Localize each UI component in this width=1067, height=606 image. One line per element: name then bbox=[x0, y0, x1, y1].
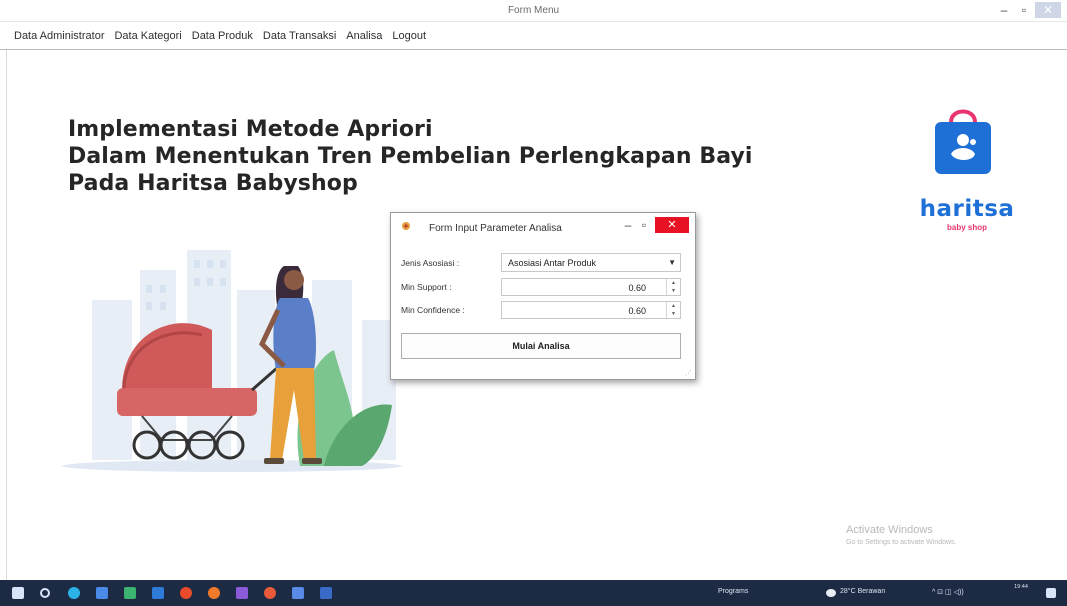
firefox-icon[interactable] bbox=[208, 587, 220, 599]
dialog-minimize-button[interactable]: – bbox=[623, 218, 633, 232]
menu-data-kategori[interactable]: Data Kategori bbox=[114, 30, 181, 42]
min-support-spin-buttons[interactable]: ▲ ▼ bbox=[666, 279, 680, 295]
dialog-title: Form Input Parameter Analisa bbox=[429, 223, 562, 234]
close-button[interactable]: ✕ bbox=[1035, 2, 1061, 18]
weather-icon bbox=[826, 589, 836, 597]
app-icon bbox=[402, 222, 410, 230]
minimize-button[interactable]: – bbox=[995, 2, 1013, 18]
visual-studio-icon[interactable] bbox=[236, 587, 248, 599]
spin-up-icon[interactable]: ▲ bbox=[667, 302, 680, 310]
search-icon[interactable] bbox=[40, 588, 50, 598]
shopping-bag-icon bbox=[935, 109, 991, 174]
min-confidence-label: Min Confidence : bbox=[401, 305, 465, 315]
menu-logout[interactable]: Logout bbox=[392, 30, 426, 42]
watermark-title: Activate Windows bbox=[846, 524, 933, 536]
mulai-analisa-button[interactable]: Mulai Analisa bbox=[401, 333, 681, 359]
tray-icons[interactable]: ^ ⊡ ◫ ◁)) bbox=[932, 588, 964, 596]
window-titlebar: Form Menu – ▫ ✕ bbox=[0, 0, 1067, 22]
dialog-close-button[interactable]: ✕ bbox=[655, 217, 689, 233]
chevron-down-icon[interactable]: ▼ bbox=[668, 258, 676, 267]
maximize-button[interactable]: ▫ bbox=[1015, 2, 1033, 18]
mother-stroller-illustration bbox=[62, 250, 402, 472]
jenis-asosiasi-label: Jenis Asosiasi : bbox=[401, 258, 460, 268]
app-window-icon[interactable] bbox=[320, 587, 332, 599]
min-confidence-stepper[interactable]: 0.60 ▲ ▼ bbox=[501, 301, 681, 319]
title-line-1: Implementasi Metode Apriori bbox=[68, 117, 433, 142]
notification-icon[interactable] bbox=[1046, 588, 1056, 598]
clock[interactable]: 19:44 bbox=[1009, 583, 1033, 592]
resize-grip-icon[interactable]: ⋰ bbox=[685, 369, 692, 377]
clock-time: 19:44 bbox=[1014, 584, 1028, 590]
spin-down-icon[interactable]: ▼ bbox=[667, 310, 680, 318]
haritsa-logo: haritsa baby shop bbox=[912, 104, 1022, 244]
menu-data-produk[interactable]: Data Produk bbox=[192, 30, 253, 42]
logo-sub-text: baby shop bbox=[946, 223, 987, 232]
dialog-controls: – ▫ ✕ bbox=[623, 217, 689, 233]
spin-up-icon[interactable]: ▲ bbox=[667, 279, 680, 287]
window-title: Form Menu bbox=[507, 5, 560, 16]
watermark-subtitle: Go to Settings to activate Windows. bbox=[846, 539, 957, 546]
menu-data-administrator[interactable]: Data Administrator bbox=[14, 30, 104, 42]
dialog-maximize-button[interactable]: ▫ bbox=[639, 218, 649, 232]
weather-text[interactable]: 28°C Berawan bbox=[840, 588, 885, 595]
mail-icon[interactable] bbox=[152, 587, 164, 599]
min-support-stepper[interactable]: 0.60 ▲ ▼ bbox=[501, 278, 681, 296]
parameter-dialog: Form Input Parameter Analisa – ▫ ✕ Jenis… bbox=[390, 212, 696, 380]
jenis-asosiasi-select[interactable]: Asosiasi Antar Produk ▼ bbox=[501, 253, 681, 272]
spin-down-icon[interactable]: ▼ bbox=[667, 287, 680, 295]
programs-toolbar[interactable]: Programs bbox=[718, 588, 748, 595]
opera-icon[interactable] bbox=[180, 587, 192, 599]
logo-brand-text: haritsa bbox=[919, 196, 1015, 222]
dialog-titlebar: Form Input Parameter Analisa – ▫ ✕ bbox=[391, 213, 695, 243]
min-confidence-spin-buttons[interactable]: ▲ ▼ bbox=[666, 302, 680, 318]
file-explorer-icon[interactable] bbox=[292, 587, 304, 599]
min-confidence-value: 0.60 bbox=[628, 306, 646, 316]
chrome-icon[interactable] bbox=[264, 587, 276, 599]
activate-windows-watermark: Activate Windows Go to Settings to activ… bbox=[846, 524, 957, 546]
app-icon[interactable] bbox=[124, 587, 136, 599]
title-line-3: Pada Haritsa Babyshop bbox=[68, 171, 358, 196]
jenis-asosiasi-value: Asosiasi Antar Produk bbox=[508, 258, 597, 268]
window-controls: – ▫ ✕ bbox=[995, 2, 1061, 18]
menu-bar: Data Administrator Data Kategori Data Pr… bbox=[0, 22, 1067, 50]
page-title: Implementasi Metode Apriori Dalam Menent… bbox=[68, 116, 753, 197]
title-line-2: Dalam Menentukan Tren Pembelian Perlengk… bbox=[68, 144, 753, 169]
menu-analisa[interactable]: Analisa bbox=[346, 30, 382, 42]
min-support-value: 0.60 bbox=[628, 283, 646, 293]
store-icon[interactable] bbox=[96, 587, 108, 599]
edge-icon[interactable] bbox=[68, 587, 80, 599]
menu-data-transaksi[interactable]: Data Transaksi bbox=[263, 30, 336, 42]
min-support-label: Min Support : bbox=[401, 282, 452, 292]
start-icon[interactable] bbox=[12, 587, 24, 599]
taskbar: Programs 28°C Berawan ^ ⊡ ◫ ◁)) 19:44 bbox=[0, 580, 1067, 606]
